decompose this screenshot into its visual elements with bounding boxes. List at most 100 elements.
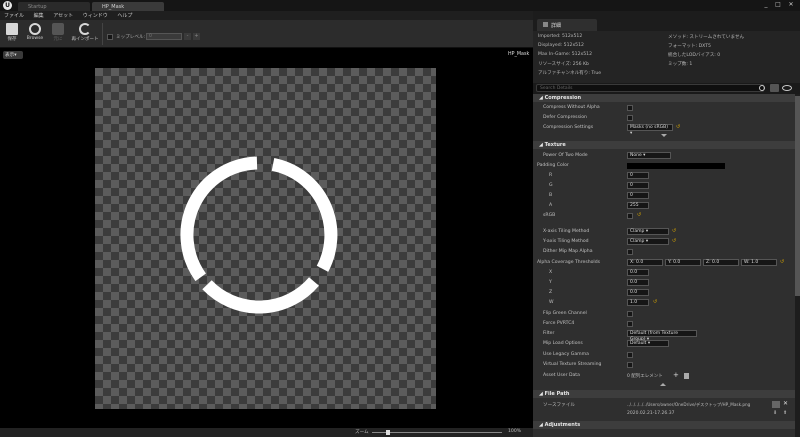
undo-button: 元に xyxy=(47,22,69,46)
menu-window[interactable]: ウィンドウ xyxy=(79,11,112,20)
reset-arrow-icon[interactable]: ↺ xyxy=(672,228,676,234)
menu-asset[interactable]: アセット xyxy=(49,11,77,20)
minimize-button[interactable]: _ xyxy=(760,1,772,9)
info-lod-bias: 統合したLODバイアス: 0 xyxy=(668,53,721,58)
view-mode-icon[interactable] xyxy=(770,84,779,92)
g-input[interactable]: 0 xyxy=(627,182,649,189)
undo-icon xyxy=(52,23,64,35)
ring-segment-top xyxy=(271,158,338,272)
mip-load-dropdown[interactable]: Default ▾ xyxy=(627,340,669,347)
padding-color-swatch[interactable] xyxy=(627,163,725,169)
row-srgb: sRGB ↺ xyxy=(543,212,642,219)
flip-green-checkbox[interactable] xyxy=(627,311,633,317)
row-r: R0 xyxy=(533,171,795,181)
reset-arrow-icon[interactable]: ↺ xyxy=(637,212,641,218)
section-compression[interactable]: ◢ Compression xyxy=(533,94,795,102)
zoom-label: ズーム xyxy=(355,430,369,435)
alpha-cov-z[interactable]: Z: 0.0 xyxy=(703,259,739,266)
compress-without-alpha-checkbox[interactable] xyxy=(627,105,633,111)
tab-hp-mask[interactable]: HP_Mask xyxy=(92,2,164,11)
reimport-button[interactable]: 再インポート xyxy=(70,22,100,46)
dither-checkbox[interactable] xyxy=(627,249,633,255)
row-power-of-two: Power Of Two Mode None ▾ xyxy=(533,151,795,161)
w-input[interactable]: 1.0 xyxy=(627,299,649,306)
menu-help[interactable]: ヘルプ xyxy=(113,11,136,20)
unreal-logo-icon[interactable]: U xyxy=(3,1,12,10)
clear-icon[interactable]: ✕ xyxy=(783,400,788,407)
section-texture[interactable]: ◢ Texture xyxy=(533,141,795,149)
legacy-gamma-checkbox[interactable] xyxy=(627,352,633,358)
row-compress-without-alpha: Compress Without Alpha xyxy=(533,103,795,113)
reimport-icon xyxy=(79,23,91,35)
maximize-button[interactable]: □ xyxy=(772,1,784,9)
search-icon[interactable] xyxy=(759,85,765,91)
x-tiling-dropdown[interactable]: Clamp ▾ xyxy=(627,228,669,235)
row-defer-compression: Defer Compression xyxy=(533,113,795,123)
close-button[interactable]: ✕ xyxy=(785,1,797,9)
mip-level-label: ミップレベル: xyxy=(116,35,146,40)
details-tab-icon xyxy=(543,22,548,27)
zoom-slider-handle[interactable] xyxy=(386,430,390,435)
compression-settings-dropdown[interactable]: Masks (no sRGB) ▾ xyxy=(627,124,673,136)
reset-arrow-icon[interactable]: ↺ xyxy=(780,259,784,265)
visibility-eye-icon[interactable] xyxy=(782,85,792,91)
force-pvrtc4-checkbox[interactable] xyxy=(627,321,633,327)
b-input[interactable]: 0 xyxy=(627,192,649,199)
title-bar: U Startup HP_Mask _ □ ✕ xyxy=(0,0,800,11)
info-displayed: Displayed: 512x512 xyxy=(538,43,584,48)
r-input[interactable]: 0 xyxy=(627,172,649,179)
expand-arrow-icon[interactable] xyxy=(661,134,667,137)
browse-button[interactable]: Browse xyxy=(24,22,46,46)
info-resource-size: リソースサイズ: 256 Kb xyxy=(538,62,589,67)
menu-edit[interactable]: 編集 xyxy=(30,11,48,20)
mip-decrement-button[interactable]: - xyxy=(184,33,191,40)
srgb-checkbox[interactable] xyxy=(627,213,633,219)
y-input[interactable]: 0.0 xyxy=(627,279,649,286)
mip-level-input[interactable]: 0 xyxy=(146,33,182,40)
trash-icon[interactable] xyxy=(684,373,689,379)
up-icon[interactable]: ⬆ xyxy=(783,410,787,416)
alpha-cov-x[interactable]: X: 0.0 xyxy=(627,259,663,266)
scrollbar-thumb[interactable] xyxy=(795,96,800,296)
zoom-value: 100% xyxy=(508,429,522,434)
toolbar-divider xyxy=(102,23,103,45)
section-file-path[interactable]: ◢ File Path xyxy=(533,390,795,398)
zoom-slider[interactable] xyxy=(372,432,502,433)
alpha-cov-w[interactable]: W: 1.0 xyxy=(741,259,777,266)
download-icon[interactable]: ⬇ xyxy=(773,410,777,416)
ring-segment-bottom xyxy=(202,277,319,314)
menu-bar: ファイル 編集 アセット ウィンドウ ヘルプ xyxy=(0,11,533,20)
info-mip-count: ミップ数: 1 xyxy=(668,62,693,67)
row-z: Z 0.0 xyxy=(533,288,795,298)
reset-arrow-icon[interactable]: ↺ xyxy=(672,238,676,244)
menu-file[interactable]: ファイル xyxy=(0,11,28,20)
x-input[interactable]: 0.0 xyxy=(627,269,649,276)
add-element-icon[interactable]: + xyxy=(673,371,679,379)
reset-arrow-icon[interactable]: ↺ xyxy=(676,124,680,130)
browse-file-icon[interactable] xyxy=(772,401,780,408)
mip-increment-button[interactable]: + xyxy=(193,33,200,40)
power-of-two-dropdown[interactable]: None ▾ xyxy=(627,152,671,159)
row-mip-load: Mip Load Options Default ▾ xyxy=(533,339,795,349)
defer-compression-checkbox[interactable] xyxy=(627,115,633,121)
alpha-cov-y[interactable]: Y: 0.0 xyxy=(665,259,701,266)
reset-arrow-icon[interactable]: ↺ xyxy=(653,299,657,305)
section-adjustments[interactable]: ◢ Adjustments xyxy=(533,421,795,429)
save-button[interactable]: 保存 xyxy=(1,22,23,46)
y-tiling-dropdown[interactable]: Clamp ▾ xyxy=(627,238,669,245)
view-options-button[interactable]: 表示▾ xyxy=(3,51,23,59)
vt-streaming-checkbox[interactable] xyxy=(627,362,633,368)
magnifier-icon xyxy=(29,23,41,35)
row-alpha-coverage: Alpha Coverage Thresholds X: 0.0 Y: 0.0 … xyxy=(537,259,785,266)
row-padding-color: Padding Color xyxy=(533,161,795,171)
filter-dropdown[interactable]: Default (from Texture Group) ▾ xyxy=(627,330,697,342)
a-input[interactable]: 255 xyxy=(627,202,649,209)
tab-details[interactable]: 詳細 xyxy=(537,19,597,31)
search-input[interactable]: Search Details xyxy=(536,84,764,92)
z-input[interactable]: 0.0 xyxy=(627,289,649,296)
tab-startup[interactable]: Startup xyxy=(18,2,90,11)
row-dither: Dither Mip Map Alpha xyxy=(533,247,795,257)
mip-checkbox[interactable] xyxy=(107,34,113,40)
collapse-arrow-icon[interactable] xyxy=(660,383,666,386)
row-vt-streaming: Virtual Texture Streaming xyxy=(533,360,795,370)
